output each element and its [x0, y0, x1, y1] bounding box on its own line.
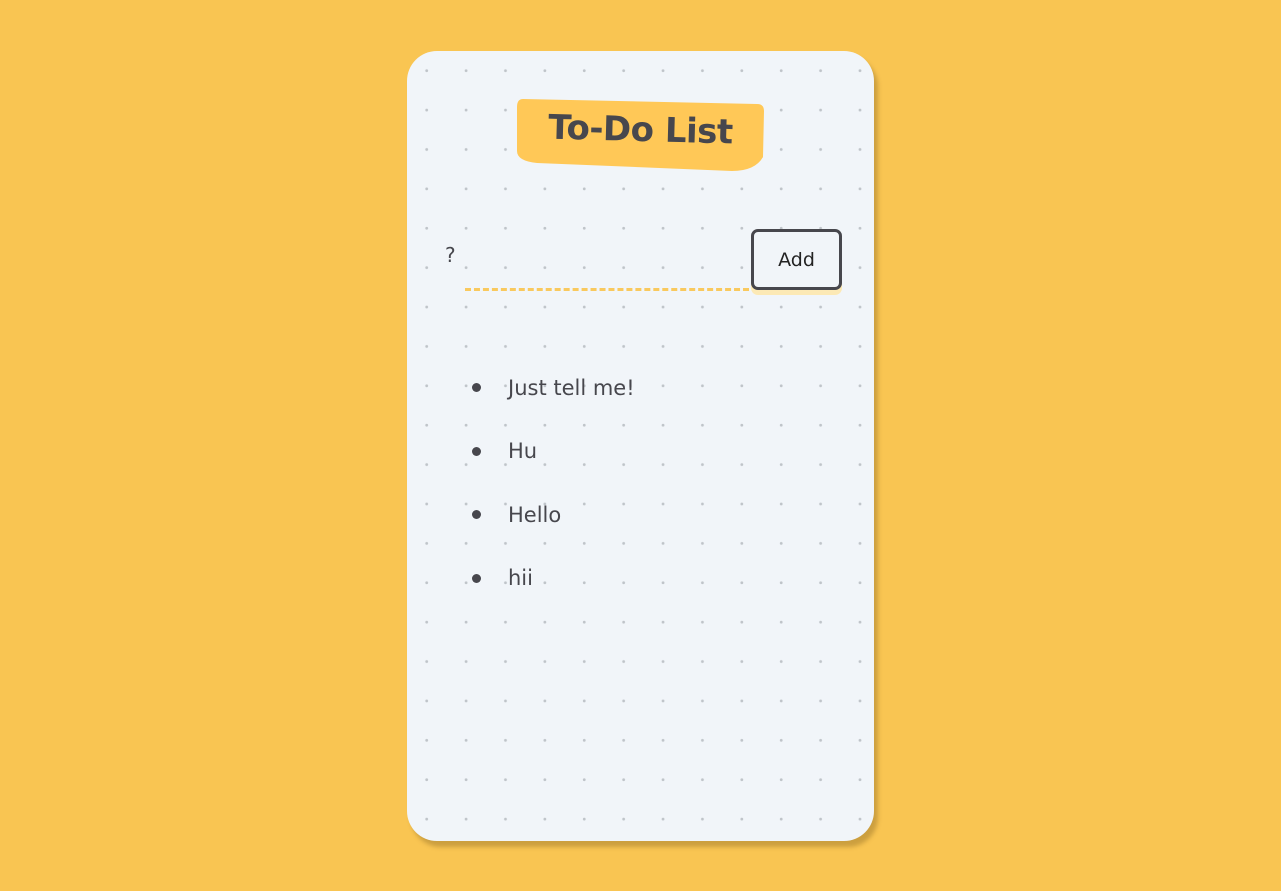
todo-item-text: Hello	[508, 502, 562, 527]
page-title: To-Do List	[547, 107, 734, 153]
bullet-icon	[472, 510, 481, 520]
todo-item-text: Hu	[508, 439, 538, 464]
todo-item-text: Just tell me!	[508, 375, 635, 400]
add-button[interactable]: Add	[751, 229, 842, 290]
title-banner: To-Do List	[517, 99, 764, 171]
input-prompt-label: ?	[445, 243, 456, 267]
bullet-icon	[472, 383, 481, 393]
bullet-icon	[472, 573, 481, 583]
bullet-icon	[472, 446, 481, 456]
task-input[interactable]	[465, 251, 749, 291]
todo-item-text: hii	[508, 566, 533, 591]
todo-card: To-Do List ? Add Just tell me! Hu Hello …	[407, 51, 874, 841]
